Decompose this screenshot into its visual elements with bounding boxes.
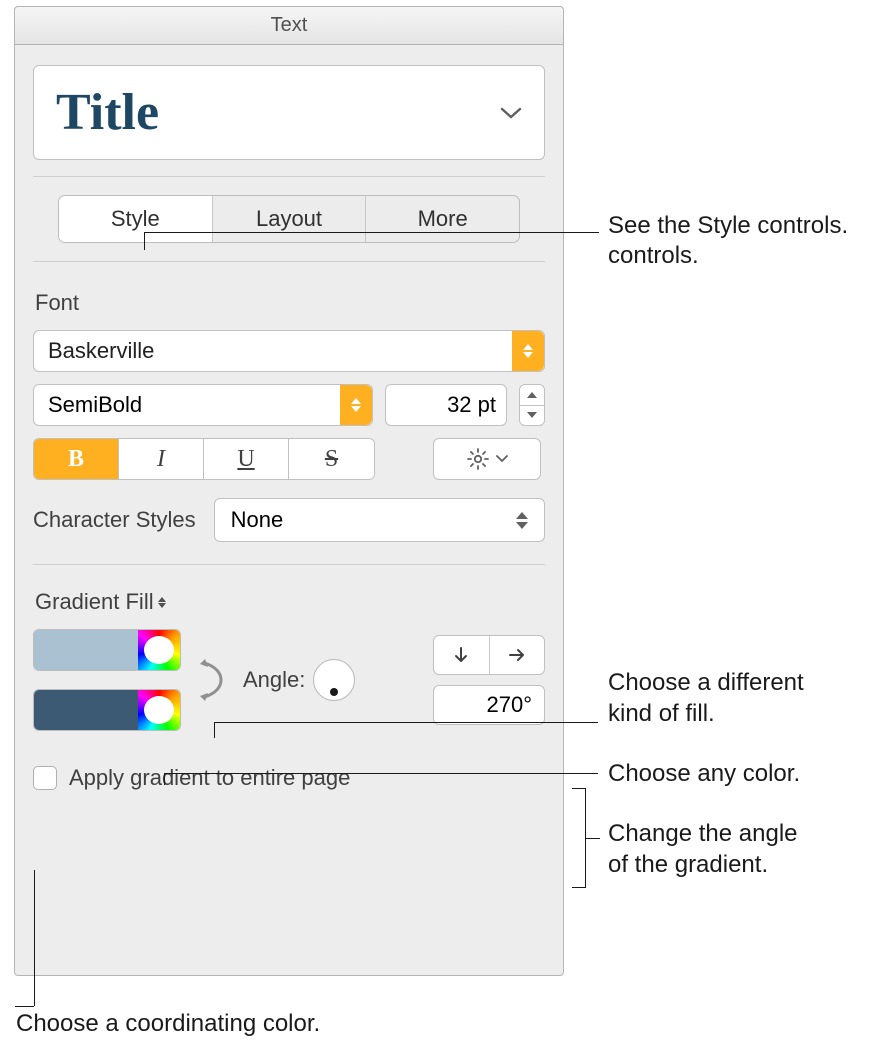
chevron-updown-icon xyxy=(516,512,528,529)
apply-gradient-checkbox-row: Apply gradient to entire page xyxy=(33,765,545,791)
apply-gradient-checkbox[interactable] xyxy=(33,766,57,790)
gradient-controls: Angle: 270° xyxy=(33,629,545,731)
callout-change-angle: Change the angle xyxy=(608,818,798,849)
callout-line xyxy=(164,773,598,774)
size-step-down[interactable] xyxy=(519,406,545,427)
callout-line xyxy=(214,722,215,738)
callout-text: kind of fill. xyxy=(608,698,715,729)
color-well-2[interactable] xyxy=(34,690,138,730)
callout-line xyxy=(164,773,165,785)
color-picker-1[interactable] xyxy=(138,630,180,670)
angle-dial[interactable] xyxy=(313,659,355,701)
bold-button[interactable]: B xyxy=(34,439,119,479)
direction-down-button[interactable] xyxy=(434,636,490,674)
angle-value-field[interactable]: 270° xyxy=(433,685,545,725)
font-weight-value: SemiBold xyxy=(48,392,142,418)
dropdown-handle-icon xyxy=(512,331,544,371)
chevron-down-icon xyxy=(500,106,522,120)
tab-more[interactable]: More xyxy=(366,196,519,242)
callout-fill-kind: Choose a different xyxy=(608,667,804,698)
swap-colors-button[interactable] xyxy=(199,655,225,705)
color-picker-2[interactable] xyxy=(138,690,180,730)
callout-text: of the gradient. xyxy=(608,849,768,880)
fill-type-value: Gradient Fill xyxy=(35,589,154,615)
font-weight-select[interactable]: SemiBold xyxy=(33,384,373,426)
character-styles-label: Character Styles xyxy=(33,507,196,533)
gradient-direction-group xyxy=(433,635,545,675)
callout-bracket xyxy=(572,788,586,888)
arrow-right-icon xyxy=(508,646,526,664)
underline-button[interactable]: U xyxy=(204,439,289,479)
font-size-field[interactable]: 32 pt xyxy=(385,384,507,426)
paragraph-style-name: Title xyxy=(56,83,159,142)
callout-line xyxy=(34,870,35,1006)
divider xyxy=(33,176,545,177)
gradient-color-1 xyxy=(33,629,181,671)
dropdown-handle-icon xyxy=(340,385,372,425)
size-step-up[interactable] xyxy=(519,384,545,406)
chevron-down-icon xyxy=(496,455,508,463)
callout-coord-color: Choose a coordinating color. xyxy=(16,1008,320,1039)
gradient-color-2 xyxy=(33,689,181,731)
angle-label: Angle: xyxy=(243,667,305,693)
arrow-down-icon xyxy=(452,646,470,664)
character-styles-select[interactable]: None xyxy=(214,498,545,542)
character-styles-value: None xyxy=(231,507,284,533)
font-size-value: 32 pt xyxy=(447,392,496,418)
apply-gradient-label: Apply gradient to entire page xyxy=(69,765,350,791)
divider xyxy=(33,564,545,565)
font-family-select[interactable]: Baskerville xyxy=(33,330,545,372)
fill-type-select[interactable]: Gradient Fill xyxy=(35,589,166,615)
color-well-1[interactable] xyxy=(34,630,138,670)
callout-line xyxy=(144,232,145,250)
tab-style[interactable]: Style xyxy=(59,196,213,242)
text-format-group: B I U S xyxy=(33,438,375,480)
text-inspector-panel: Text Title Style Layout More Font Basker… xyxy=(14,6,564,976)
font-family-value: Baskerville xyxy=(48,338,154,364)
callout-line xyxy=(15,1006,34,1007)
gear-icon xyxy=(466,447,490,471)
callout-text: controls. xyxy=(608,240,699,271)
callout-style-controls: See the Style controls. xyxy=(608,210,848,241)
direction-right-button[interactable] xyxy=(490,636,545,674)
callout-line xyxy=(214,722,598,723)
angle-value: 270° xyxy=(486,692,532,718)
callout-any-color: Choose any color. xyxy=(608,758,800,789)
tabs-group: Style Layout More xyxy=(58,195,520,243)
divider xyxy=(33,261,545,262)
strikethrough-button[interactable]: S xyxy=(289,439,374,479)
advanced-options-button[interactable] xyxy=(433,438,541,480)
paragraph-style-dropdown[interactable]: Title xyxy=(33,65,545,160)
callout-line xyxy=(586,838,600,839)
panel-title: Text xyxy=(15,7,563,45)
font-label: Font xyxy=(35,290,545,316)
chevron-updown-icon xyxy=(158,597,166,608)
callout-line xyxy=(144,232,599,233)
italic-button[interactable]: I xyxy=(119,439,204,479)
font-size-stepper xyxy=(519,384,545,426)
tab-layout[interactable]: Layout xyxy=(213,196,367,242)
